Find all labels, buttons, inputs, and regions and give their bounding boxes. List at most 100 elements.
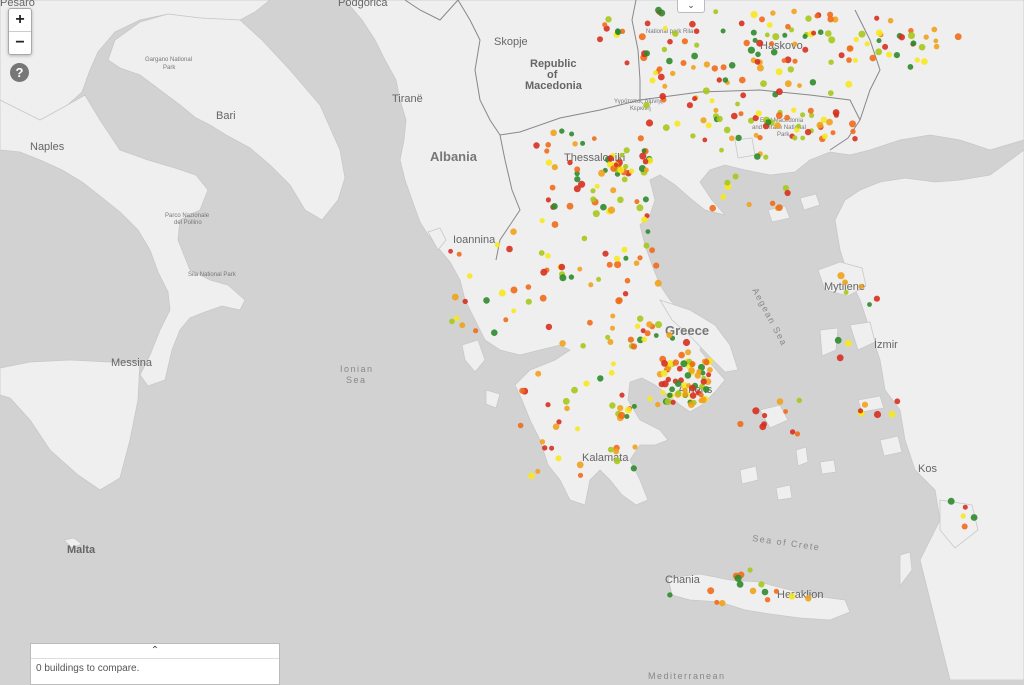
building-marker[interactable] (615, 28, 621, 34)
building-marker[interactable] (788, 593, 796, 600)
building-marker[interactable] (805, 595, 812, 602)
building-marker[interactable] (624, 60, 630, 66)
building-marker[interactable] (542, 445, 548, 451)
building-marker[interactable] (661, 380, 669, 388)
building-marker[interactable] (689, 384, 696, 392)
building-marker[interactable] (597, 375, 604, 382)
building-marker[interactable] (755, 51, 761, 58)
building-marker[interactable] (757, 135, 763, 141)
building-marker[interactable] (804, 128, 812, 136)
building-marker[interactable] (791, 8, 797, 15)
top-panel-toggle-icon[interactable]: ⌄ (677, 0, 705, 13)
building-marker[interactable] (914, 57, 920, 63)
building-marker[interactable] (674, 120, 681, 127)
building-marker[interactable] (684, 372, 692, 379)
building-marker[interactable] (738, 111, 744, 117)
building-marker[interactable] (845, 80, 853, 88)
compare-panel-toggle-icon[interactable]: ⌃ (31, 644, 279, 659)
building-marker[interactable] (596, 276, 602, 282)
building-marker[interactable] (869, 54, 877, 62)
building-marker[interactable] (908, 32, 915, 40)
building-marker[interactable] (933, 43, 940, 50)
building-marker[interactable] (661, 360, 668, 367)
building-marker[interactable] (667, 38, 673, 45)
building-marker[interactable] (816, 121, 824, 129)
building-marker[interactable] (707, 367, 713, 373)
building-marker[interactable] (691, 65, 696, 70)
building-marker[interactable] (734, 574, 742, 582)
building-marker[interactable] (602, 250, 609, 257)
building-marker[interactable] (828, 59, 834, 65)
building-marker[interactable] (774, 122, 781, 129)
building-marker[interactable] (796, 397, 802, 404)
building-marker[interactable] (760, 80, 767, 87)
building-marker[interactable] (720, 64, 727, 71)
building-marker[interactable] (550, 129, 557, 137)
building-marker[interactable] (769, 200, 776, 206)
building-marker[interactable] (792, 58, 798, 64)
building-marker[interactable] (765, 119, 772, 126)
building-marker[interactable] (817, 29, 824, 35)
building-marker[interactable] (784, 80, 792, 88)
building-marker[interactable] (754, 153, 761, 160)
building-marker[interactable] (539, 218, 545, 224)
building-marker[interactable] (893, 52, 901, 59)
building-marker[interactable] (844, 339, 852, 347)
building-marker[interactable] (616, 297, 623, 304)
building-marker[interactable] (719, 147, 724, 153)
building-marker[interactable] (623, 147, 630, 154)
building-marker[interactable] (498, 289, 506, 297)
building-marker[interactable] (843, 289, 849, 295)
building-marker[interactable] (545, 142, 551, 148)
building-marker[interactable] (675, 390, 682, 396)
building-marker[interactable] (776, 88, 783, 96)
building-marker[interactable] (608, 369, 615, 376)
building-marker[interactable] (580, 140, 586, 146)
building-marker[interactable] (645, 229, 651, 235)
building-marker[interactable] (539, 294, 547, 302)
building-marker[interactable] (960, 513, 966, 519)
building-marker[interactable] (655, 401, 661, 408)
building-marker[interactable] (827, 16, 834, 23)
building-marker[interactable] (696, 369, 702, 375)
building-marker[interactable] (592, 210, 600, 218)
building-marker[interactable] (627, 336, 635, 343)
building-marker[interactable] (867, 302, 872, 307)
building-marker[interactable] (825, 30, 832, 37)
building-marker[interactable] (756, 64, 764, 72)
building-marker[interactable] (624, 414, 630, 419)
building-marker[interactable] (802, 34, 808, 39)
building-marker[interactable] (907, 64, 914, 70)
building-marker[interactable] (619, 152, 625, 158)
building-marker[interactable] (680, 360, 688, 368)
building-marker[interactable] (758, 581, 765, 588)
building-marker[interactable] (614, 255, 620, 262)
building-marker[interactable] (809, 79, 817, 86)
building-marker[interactable] (641, 148, 647, 154)
building-marker[interactable] (711, 65, 718, 72)
building-marker[interactable] (641, 336, 647, 343)
building-marker[interactable] (597, 36, 603, 43)
building-marker[interactable] (887, 17, 894, 24)
building-marker[interactable] (716, 77, 722, 83)
building-marker[interactable] (545, 197, 552, 203)
building-marker[interactable] (607, 446, 614, 453)
building-marker[interactable] (619, 392, 625, 398)
building-marker[interactable] (882, 43, 889, 50)
building-marker[interactable] (456, 251, 462, 257)
building-marker[interactable] (797, 83, 802, 88)
building-marker[interactable] (647, 396, 653, 402)
building-marker[interactable] (540, 268, 548, 276)
building-marker[interactable] (519, 387, 526, 394)
building-marker[interactable] (577, 472, 584, 478)
building-marker[interactable] (655, 6, 662, 14)
building-marker[interactable] (921, 58, 928, 65)
building-marker[interactable] (852, 136, 858, 142)
building-marker[interactable] (653, 70, 658, 76)
building-marker[interactable] (646, 321, 653, 328)
building-marker[interactable] (637, 315, 644, 322)
building-marker[interactable] (621, 176, 628, 183)
building-marker[interactable] (624, 406, 632, 414)
building-marker[interactable] (898, 34, 905, 41)
building-marker[interactable] (678, 351, 685, 359)
